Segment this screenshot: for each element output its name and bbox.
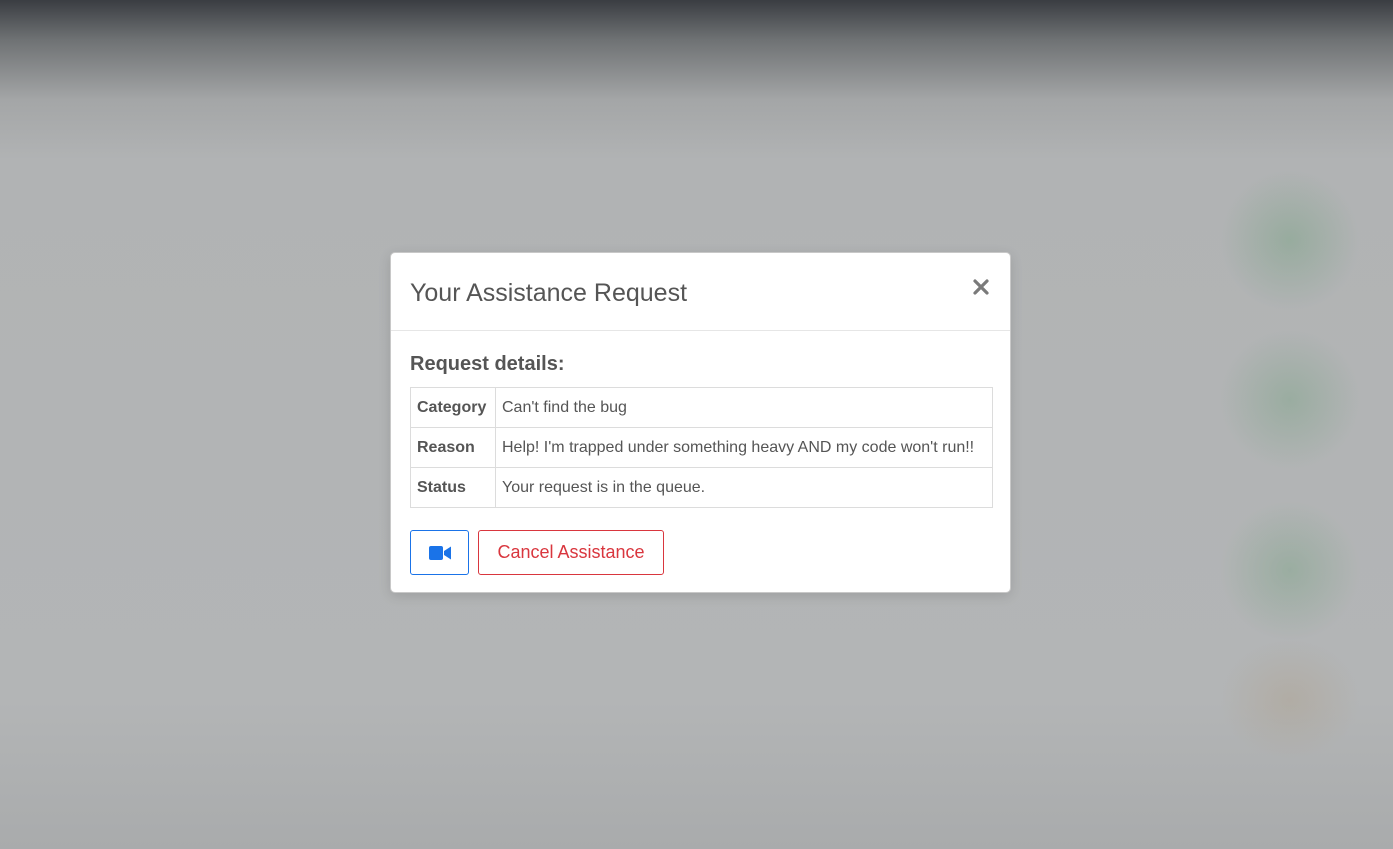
close-icon	[973, 279, 989, 295]
request-details-heading: Request details:	[410, 353, 565, 375]
modal-title: Your Assistance Request	[410, 279, 688, 307]
video-call-button[interactable]	[410, 530, 469, 575]
reason-value: Help! I'm trapped under something heavy …	[495, 427, 993, 468]
modal-header: Your Assistance Request	[391, 253, 1010, 331]
reason-label: Reason	[410, 427, 496, 468]
cancel-assistance-button[interactable]: Cancel Assistance	[478, 530, 664, 575]
category-value: Can't find the bug	[495, 387, 993, 428]
close-button[interactable]	[970, 275, 992, 299]
status-value: Your request is in the queue.	[495, 467, 993, 508]
table-row-reason: Reason Help! I'm trapped under something…	[410, 427, 993, 468]
status-label: Status	[410, 467, 496, 508]
request-details-table: Category Can't find the bug Reason Help!…	[410, 387, 993, 508]
table-row-category: Category Can't find the bug	[410, 387, 993, 428]
category-label: Category	[410, 387, 496, 428]
assistance-request-modal: Your Assistance Request Request details:…	[390, 252, 1011, 593]
table-row-status: Status Your request is in the queue.	[410, 467, 993, 508]
video-camera-icon	[428, 545, 451, 560]
